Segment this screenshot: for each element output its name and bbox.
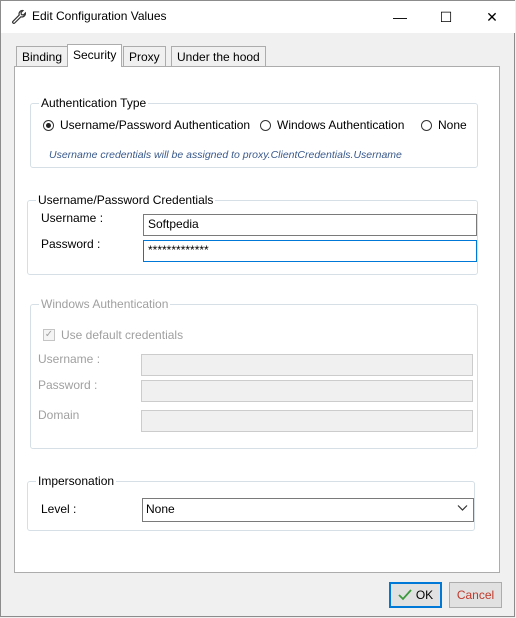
radio-unselected-icon [260, 119, 271, 131]
tab-label: Proxy [129, 50, 160, 64]
username-input[interactable]: Softpedia [143, 214, 477, 236]
group-legend: Username/Password Credentials [36, 193, 216, 207]
radio-windows-authentication[interactable]: Windows Authentication [260, 118, 404, 132]
authentication-hint: Username credentials will be assigned to… [49, 149, 402, 161]
radio-label: Windows Authentication [277, 118, 405, 132]
close-button[interactable]: ✕ [469, 1, 515, 33]
username-label: Username : [41, 211, 104, 225]
maximize-icon: ☐ [439, 8, 453, 25]
windows-username-input[interactable] [141, 354, 473, 376]
tab-binding[interactable]: Binding [16, 46, 69, 66]
radio-label: Username/Password Authentication [60, 118, 251, 132]
minimize-icon: — [393, 9, 407, 25]
chevron-down-icon [457, 505, 468, 511]
password-label: Password : [41, 237, 101, 251]
windows-domain-label: Domain [38, 408, 80, 422]
tab-label: Under the hood [177, 50, 260, 64]
radio-unselected-icon [421, 119, 432, 131]
checkbox-checked-icon: ✓ [43, 329, 55, 341]
level-label: Level : [41, 502, 77, 516]
wrench-icon [12, 9, 26, 24]
ok-button[interactable]: OK [389, 582, 442, 608]
tab-proxy[interactable]: Proxy [123, 46, 166, 66]
check-icon [398, 589, 412, 601]
radio-none[interactable]: None [421, 118, 467, 132]
radio-label: None [438, 118, 467, 132]
radio-selected-icon [43, 119, 54, 131]
windows-domain-input[interactable] [141, 410, 473, 432]
select-value: None [146, 502, 175, 516]
windows-authentication-group: Windows Authentication ✓ Use default cre… [30, 297, 478, 449]
impersonation-level-select[interactable]: None [142, 498, 474, 522]
checkbox-label: Use default credentials [61, 328, 184, 342]
title-bar[interactable]: Edit Configuration Values — ☐ ✕ [1, 1, 515, 33]
tab-label: Security [73, 48, 117, 62]
password-input[interactable]: ************* [143, 240, 477, 262]
use-default-credentials-checkbox[interactable]: ✓ Use default credentials [43, 328, 183, 342]
cancel-label: Cancel [456, 588, 495, 602]
authentication-type-group: Authentication Type Username/Password Au… [30, 96, 478, 168]
tab-security[interactable]: Security [67, 44, 123, 67]
ok-label: OK [415, 588, 434, 602]
radio-username-password[interactable]: Username/Password Authentication [43, 118, 250, 132]
windows-password-label: Password : [38, 378, 98, 392]
group-legend: Windows Authentication [39, 297, 171, 311]
window-title: Edit Configuration Values [32, 9, 167, 23]
cancel-button[interactable]: Cancel [449, 582, 502, 608]
close-icon: ✕ [486, 8, 498, 25]
windows-username-label: Username : [38, 352, 101, 366]
credentials-group: Username/Password Credentials Username :… [27, 193, 478, 275]
security-tab-panel: Authentication Type Username/Password Au… [14, 66, 500, 573]
minimize-button[interactable]: — [377, 1, 423, 33]
tab-under-the-hood[interactable]: Under the hood [171, 46, 266, 66]
group-legend: Authentication Type [39, 96, 149, 110]
windows-password-input[interactable] [141, 380, 473, 402]
maximize-button[interactable]: ☐ [423, 1, 469, 33]
impersonation-group: Impersonation Level : None [27, 474, 475, 531]
tab-label: Binding [22, 50, 63, 64]
group-legend: Impersonation [36, 474, 117, 488]
dialog-window: Edit Configuration Values — ☐ ✕ Binding … [0, 0, 515, 617]
